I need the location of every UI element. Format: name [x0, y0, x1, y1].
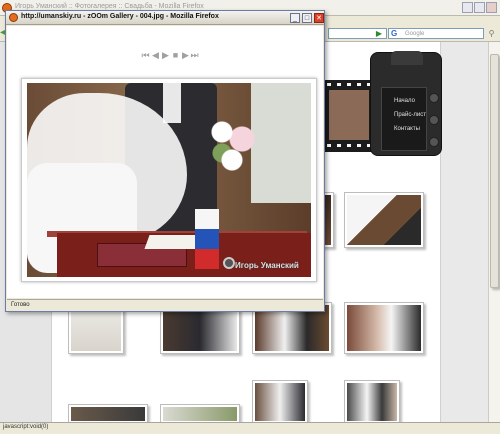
- gallery-thumbnail[interactable]: [252, 380, 308, 424]
- popup-window: http://umanskiy.ru - zOOm Gallery - 004.…: [5, 10, 325, 312]
- photo-watermark: Игорь Уманский: [235, 261, 299, 270]
- watermark-logo-icon: [223, 257, 235, 269]
- flag-red: [195, 249, 219, 269]
- browser-title: Игорь Уманский :: Фотогалерея :: Свадьба…: [15, 3, 204, 10]
- gallery-thumbnail[interactable]: [68, 404, 148, 424]
- camera-menu: [370, 51, 442, 156]
- popup-status-bar: Готово: [7, 299, 323, 311]
- prev-icon[interactable]: ◀: [151, 50, 160, 60]
- popup-maximize-button[interactable]: □: [302, 13, 312, 23]
- film-hole: [347, 144, 351, 147]
- status-text: javascript:void(0): [3, 424, 49, 430]
- film-hole: [347, 83, 351, 86]
- popup-status-text: Готово: [11, 302, 30, 308]
- vertical-scrollbar[interactable]: [488, 42, 500, 422]
- maximize-button[interactable]: [474, 2, 485, 13]
- menu-link-contacts[interactable]: Контакты: [394, 126, 420, 132]
- gallery-thumbnail[interactable]: [344, 302, 424, 354]
- film-hole: [337, 144, 341, 147]
- scrollbar-thumb[interactable]: [490, 54, 499, 288]
- first-icon[interactable]: ⏮: [141, 50, 150, 60]
- close-button[interactable]: [486, 2, 497, 13]
- last-icon[interactable]: ⏭: [190, 50, 199, 60]
- google-icon: G: [391, 29, 398, 38]
- flag-white: [195, 209, 219, 229]
- photo-bouquet: [207, 111, 257, 181]
- camera-viewfinder: [391, 51, 423, 65]
- popup-close-button[interactable]: ✕: [314, 13, 324, 23]
- search-input[interactable]: G Google: [388, 28, 484, 39]
- gallery-thumbnail[interactable]: [160, 404, 240, 424]
- search-placeholder: Google: [405, 31, 425, 37]
- film-hole: [327, 144, 331, 147]
- popup-titlebar[interactable]: http://umanskiy.ru - zOOm Gallery - 004.…: [6, 11, 324, 25]
- firefox-icon: [9, 13, 18, 22]
- search-icon[interactable]: ⚲: [486, 28, 497, 39]
- photo-frame: Игорь Уманский: [21, 78, 317, 282]
- play-icon[interactable]: ▶: [161, 50, 170, 60]
- film-hole: [357, 144, 361, 147]
- film-frame: [329, 90, 369, 140]
- film-hole: [327, 83, 331, 86]
- camera-knob: [429, 93, 439, 103]
- popup-title: http://umanskiy.ru - zOOm Gallery - 004.…: [21, 13, 219, 20]
- film-hole: [337, 83, 341, 86]
- popup-minimize-button[interactable]: _: [290, 13, 300, 23]
- gallery-thumbnail[interactable]: [344, 192, 424, 248]
- stop-icon[interactable]: ■: [171, 50, 180, 60]
- slideshow-controls: ⏮ ◀ ▶ ■ ▶ ⏭: [141, 50, 199, 60]
- camera-knob: [429, 137, 439, 147]
- popup-content: ⏮ ◀ ▶ ■ ▶ ⏭ Игорь Уманский: [7, 26, 323, 298]
- film-strip-decoration: [323, 80, 375, 152]
- camera-screen: [381, 87, 427, 151]
- menu-link-home[interactable]: Начало: [394, 98, 415, 104]
- menu-link-pricelist[interactable]: Прайс-лист: [394, 112, 426, 118]
- photo-shirt: [163, 83, 181, 123]
- photo-flag: [195, 209, 219, 269]
- wedding-photo[interactable]: Игорь Уманский: [27, 83, 311, 277]
- gallery-thumbnail[interactable]: [344, 380, 400, 424]
- film-hole: [357, 83, 361, 86]
- minimize-button[interactable]: [462, 2, 473, 13]
- page-right-margin: [440, 42, 488, 422]
- flag-blue: [195, 229, 219, 249]
- camera-knob: [429, 115, 439, 125]
- go-icon[interactable]: ▶: [374, 29, 384, 39]
- next-icon[interactable]: ▶: [181, 50, 190, 60]
- browser-status-bar: javascript:void(0): [0, 422, 500, 434]
- photo-window: [251, 83, 311, 203]
